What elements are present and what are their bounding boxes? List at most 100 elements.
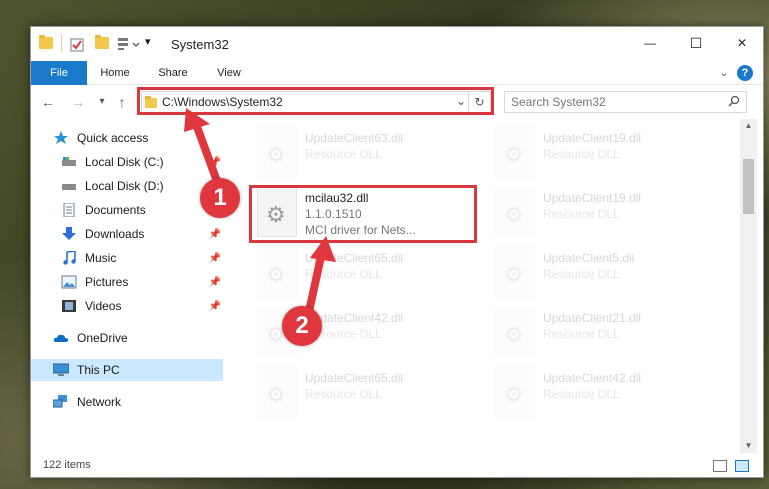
recent-locations-chevron-icon[interactable]: ▾ (93, 93, 111, 111)
file-highlight (249, 185, 477, 243)
file-name: UpdateClient65.dll (305, 251, 404, 265)
computer-icon (52, 363, 70, 377)
file-name: UpdateClient65.dll (305, 371, 404, 385)
sidebar-item-music[interactable]: Music 📌 (31, 247, 223, 269)
file-description: Resource DLL (543, 327, 620, 341)
file-description: Resource DLL (305, 387, 382, 401)
close-button[interactable]: ✕ (719, 27, 765, 59)
address-bar-highlight (137, 87, 494, 115)
dll-file-icon: ⚙ (257, 127, 297, 177)
drive-icon (61, 179, 77, 193)
dll-file-icon: ⚙ (495, 247, 535, 297)
step-2-callout: 2 (282, 306, 322, 346)
tab-file[interactable]: File (31, 61, 87, 85)
pin-icon[interactable]: 📌 (209, 253, 221, 264)
file-item[interactable]: ⚙ UpdateClient19.dll Resource DLL (491, 123, 723, 181)
file-item[interactable]: ⚙ UpdateClient63.dll Resource DLL (253, 123, 485, 181)
cloud-icon (53, 331, 69, 345)
dll-file-icon: ⚙ (495, 187, 535, 237)
file-item[interactable]: ⚙ UpdateClient65.dll Resource DLL (253, 363, 485, 421)
sidebar-item-downloads[interactable]: Downloads 📌 (31, 223, 223, 245)
file-name: UpdateClient19.dll (543, 131, 642, 145)
file-description: Resource DLL (543, 147, 620, 161)
file-explorer-window: ▾ System32 — ☐ ✕ File Home Share View ⌄ … (30, 26, 764, 478)
status-bar: 122 items (31, 455, 763, 477)
sidebar-item-local-disk-d[interactable]: Local Disk (D:) 📌 (31, 175, 223, 197)
title-bar: ▾ System32 — ☐ ✕ (31, 27, 763, 61)
ribbon-expand-icon[interactable]: ⌄ (717, 61, 731, 85)
pin-icon[interactable]: 📌 (209, 277, 221, 288)
vertical-scrollbar[interactable]: ▲ ▼ (740, 119, 757, 453)
forward-arrow-icon[interactable]: → (69, 93, 87, 111)
scroll-up-icon[interactable]: ▲ (740, 119, 757, 133)
sidebar-item-documents[interactable]: Documents 📌 (31, 199, 223, 221)
file-name: UpdateClient5.dll (543, 251, 635, 265)
window-folder-icon (39, 35, 53, 49)
file-name: UpdateClient21.dll (543, 311, 642, 325)
tab-home[interactable]: Home (93, 61, 137, 85)
sidebar-item-local-disk-c[interactable]: Local Disk (C:) 📌 (31, 151, 223, 173)
search-box[interactable] (504, 91, 747, 113)
documents-icon (61, 202, 77, 218)
file-item[interactable]: ⚙ UpdateClient21.dll Resource DLL (491, 303, 723, 361)
file-item[interactable]: ⚙ UpdateClient5.dll Resource DLL (491, 243, 723, 301)
navigation-pane: Quick access Local Disk (C:) 📌 Local Dis… (31, 125, 223, 440)
sidebar-item-label: Pictures (85, 275, 129, 289)
sidebar-item-quick-access[interactable]: Quick access (31, 127, 223, 149)
search-input[interactable] (511, 94, 711, 110)
dll-file-icon: ⚙ (495, 367, 535, 417)
search-icon[interactable] (728, 95, 740, 110)
star-icon (53, 131, 69, 145)
dll-file-icon: ⚙ (495, 307, 535, 357)
maximize-button[interactable]: ☐ (673, 27, 719, 59)
step-1-callout: 1 (200, 178, 240, 218)
sidebar-item-network[interactable]: Network (31, 391, 223, 413)
sidebar-item-this-pc[interactable]: This PC (31, 359, 223, 381)
back-arrow-icon[interactable]: ← (39, 93, 57, 111)
file-description: Resource DLL (305, 147, 382, 161)
scrollbar-thumb[interactable] (743, 159, 754, 214)
tab-view[interactable]: View (207, 61, 251, 85)
customize-toolbar-icon[interactable] (117, 37, 143, 51)
pin-icon[interactable]: 📌 (209, 229, 221, 240)
details-view-icon[interactable] (713, 460, 727, 472)
file-name: UpdateClient63.dll (305, 131, 404, 145)
sidebar-item-videos[interactable]: Videos 📌 (31, 295, 223, 317)
file-item[interactable]: ⚙ UpdateClient42.dll Resource DLL (491, 363, 723, 421)
sidebar-item-label: Music (85, 251, 117, 265)
file-item[interactable]: ⚙ UpdateClient65.dll Resource DLL (253, 243, 485, 301)
minimize-button[interactable]: — (627, 27, 673, 59)
file-name: UpdateClient19.dll (543, 191, 642, 205)
sidebar-item-label: Local Disk (C:) (85, 155, 164, 169)
dll-file-icon: ⚙ (257, 247, 297, 297)
drive-icon (61, 155, 77, 169)
dll-file-icon: ⚙ (495, 127, 535, 177)
sidebar-item-label: Videos (85, 299, 122, 313)
network-icon (52, 395, 69, 409)
music-icon (61, 250, 77, 265)
sidebar-item-pictures[interactable]: Pictures 📌 (31, 271, 223, 293)
tab-share[interactable]: Share (151, 61, 195, 85)
videos-icon (61, 299, 77, 313)
item-count: 122 items (43, 459, 91, 471)
sidebar-item-label: OneDrive (77, 331, 128, 345)
scroll-down-icon[interactable]: ▼ (740, 439, 757, 453)
window-title: System32 (171, 37, 229, 52)
help-icon[interactable]: ? (737, 65, 753, 81)
pin-icon[interactable]: 📌 (209, 301, 221, 312)
sidebar-item-label: Network (77, 395, 122, 409)
file-item[interactable]: ⚙ UpdateClient19.dll Resource DLL (491, 183, 723, 241)
up-arrow-icon[interactable]: ↑ (113, 93, 131, 111)
dll-file-icon: ⚙ (257, 367, 297, 417)
pin-icon[interactable]: 📌 (209, 157, 221, 168)
properties-icon[interactable] (69, 37, 85, 53)
file-description: Resource DLL (543, 387, 620, 401)
quick-access-dropdown-icon[interactable]: ▾ (145, 35, 151, 48)
sidebar-item-label: Downloads (85, 227, 145, 241)
large-icons-view-icon[interactable] (735, 460, 749, 472)
new-folder-icon[interactable] (95, 35, 109, 49)
pictures-icon (61, 275, 77, 289)
sidebar-item-onedrive[interactable]: OneDrive (31, 327, 223, 349)
file-name: UpdateClient42.dll (543, 371, 642, 385)
sidebar-item-label: Local Disk (D:) (85, 179, 164, 193)
